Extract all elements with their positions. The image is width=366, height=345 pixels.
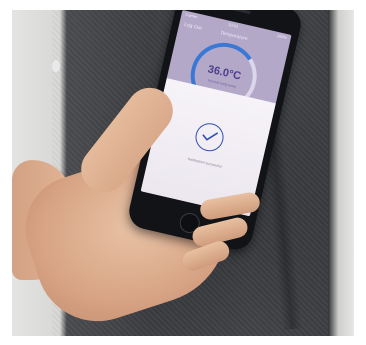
logout-button[interactable]: Log Out — [184, 22, 203, 32]
page-title: Temperature — [219, 30, 249, 43]
jacket-button — [52, 60, 60, 72]
checkmark-icon — [192, 120, 227, 155]
photo-scene: Carrier 10:41 100% Log Out Temperature 3… — [12, 10, 354, 336]
wall-background — [328, 10, 354, 336]
battery-label: 100% — [276, 32, 288, 41]
dialog-message: Notification successful — [187, 156, 222, 169]
status-time: 10:41 — [227, 21, 239, 29]
earpiece-speaker — [226, 10, 251, 15]
